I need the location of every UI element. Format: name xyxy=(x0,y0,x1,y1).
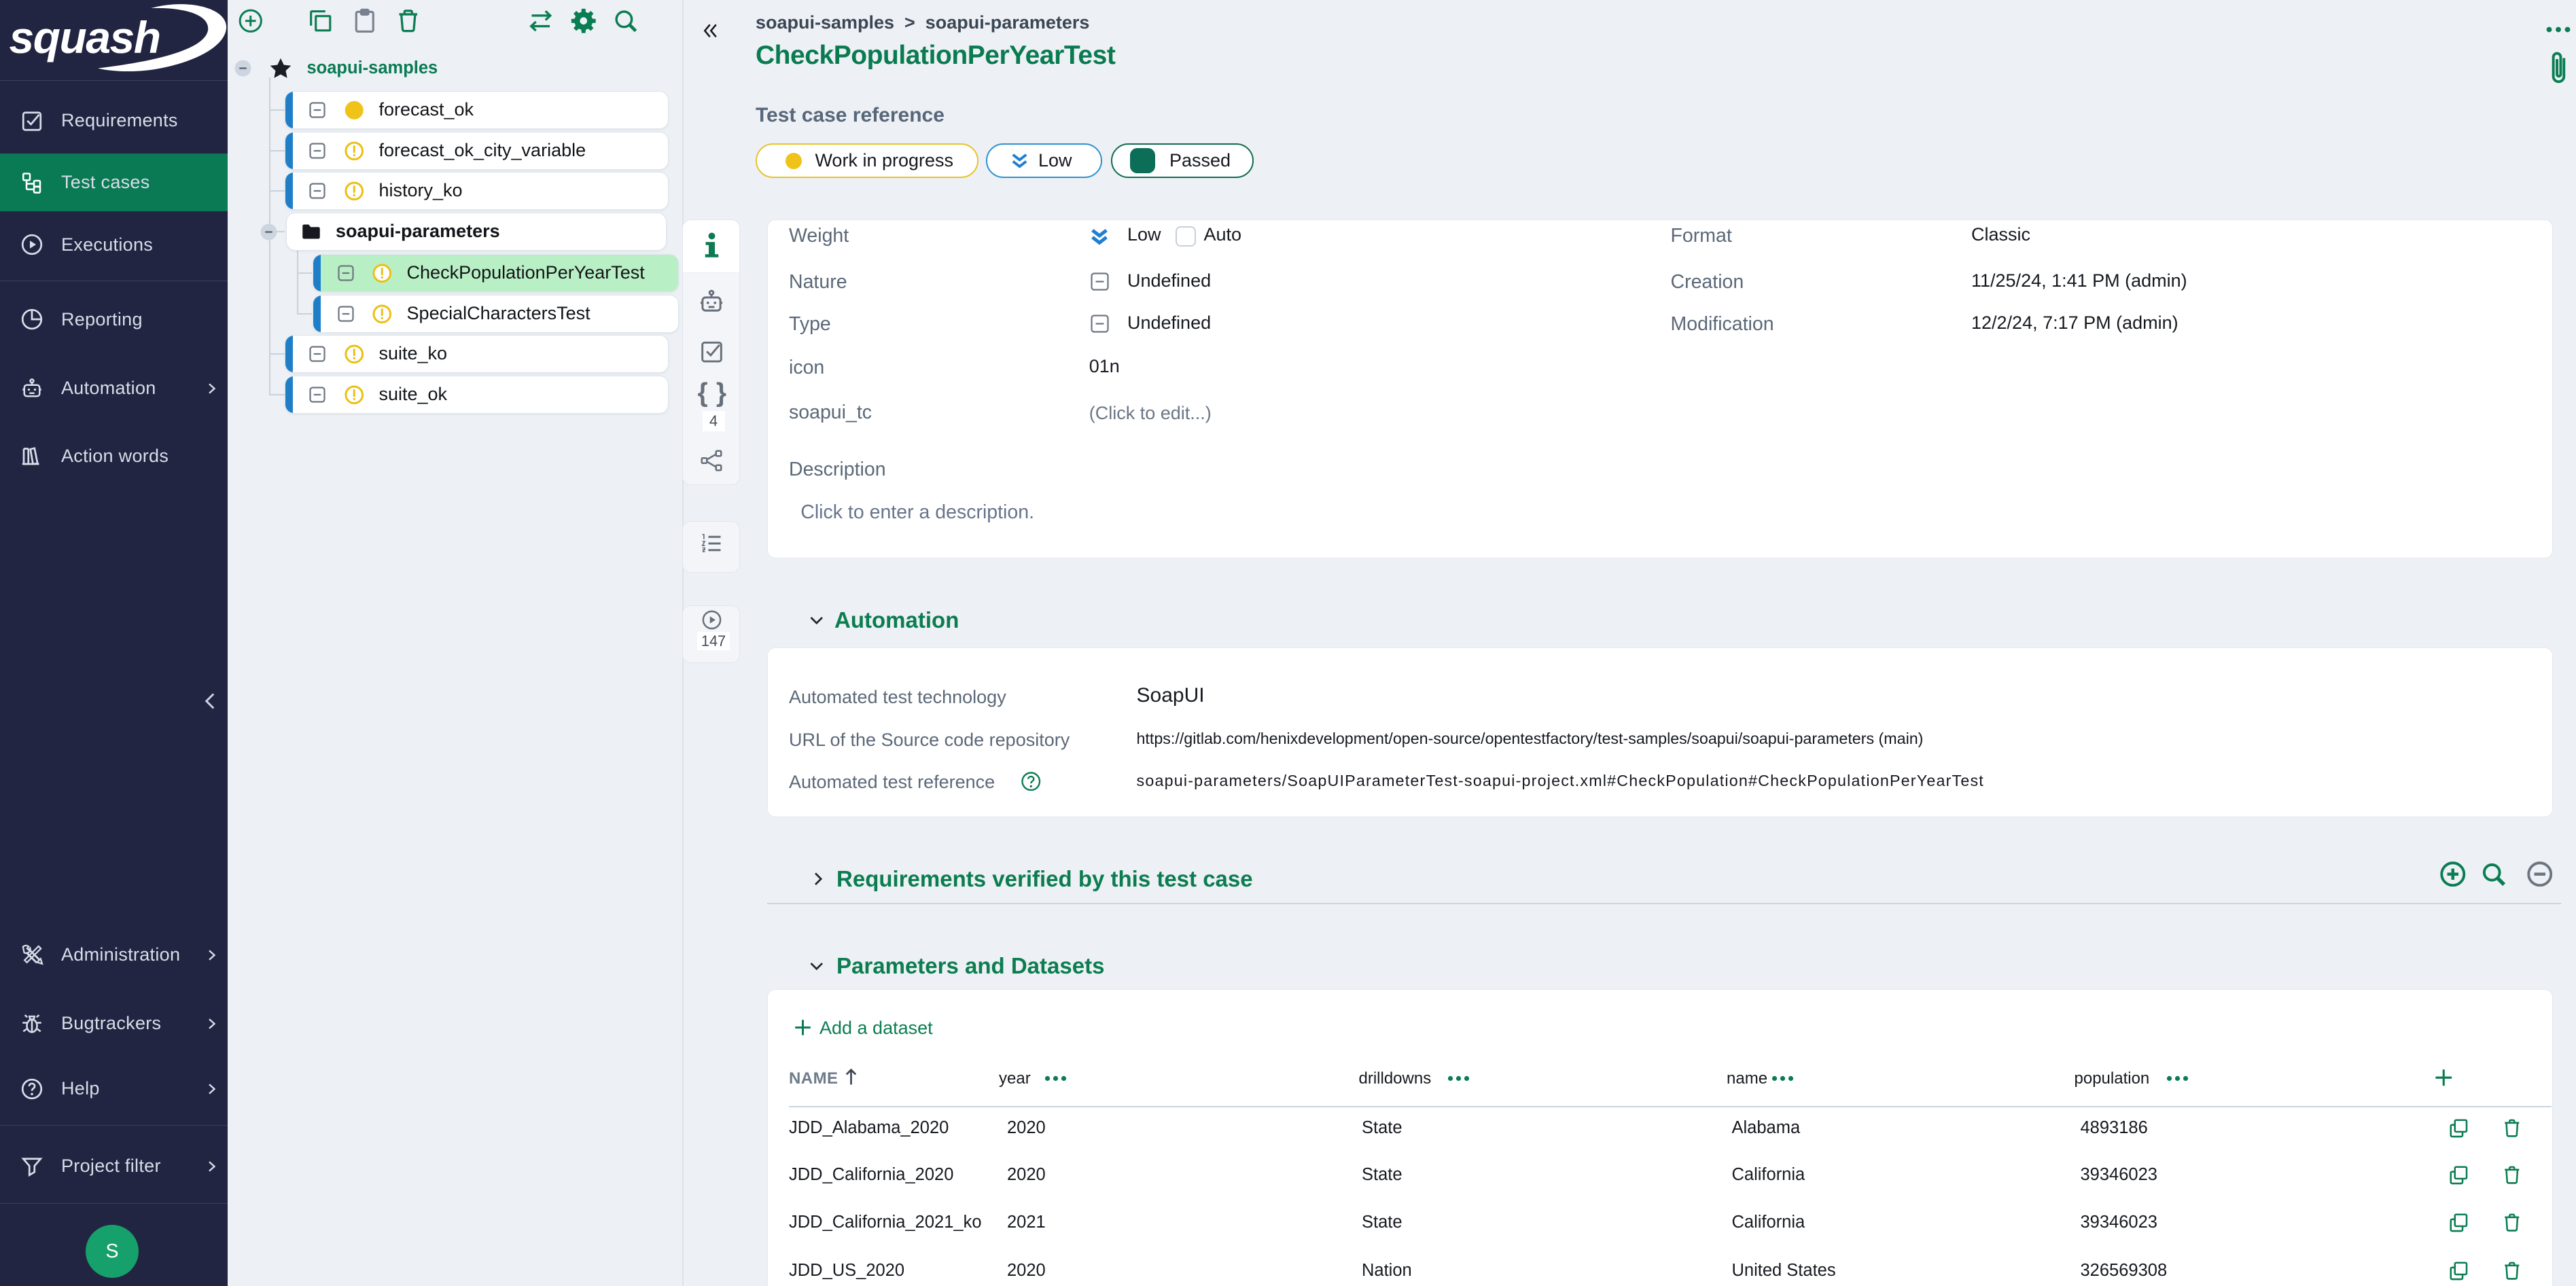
svg-text:squash: squash xyxy=(10,12,160,62)
